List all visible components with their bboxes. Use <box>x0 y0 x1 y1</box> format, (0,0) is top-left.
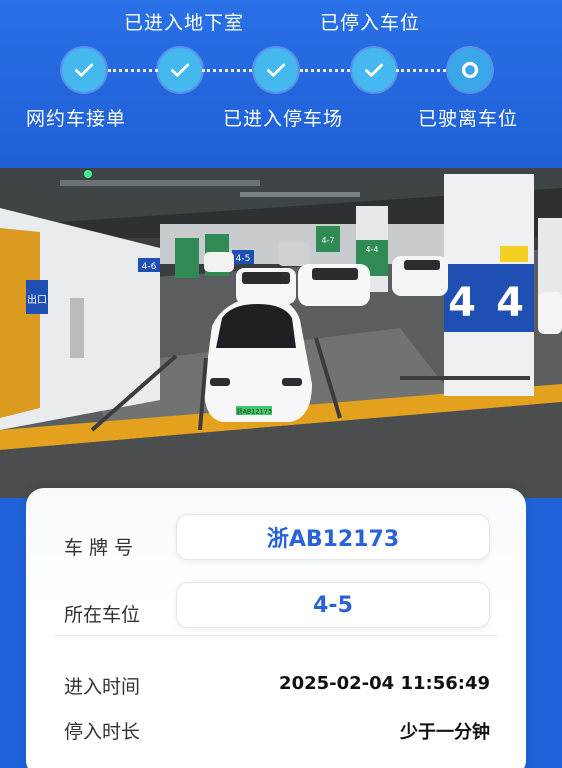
progress-header: 网约车接单 已进入地下室 已进入停车场 已停入车位 已驶离车位 <box>0 0 562 168</box>
plate-value: 浙AB12173 <box>266 527 400 552</box>
step-3-label: 已进入停车场 <box>222 108 344 130</box>
divider <box>54 635 498 636</box>
parking-camera-photo: 出口 4-6 4-5 4-4 4-7 4 4 浙AB12173 <box>0 168 562 498</box>
car-plate: 浙AB12173 <box>236 407 272 416</box>
step-4-check-icon <box>352 48 396 92</box>
entry-time-label: 进入时间 <box>64 676 141 698</box>
space-label: 所在车位 <box>64 604 141 626</box>
ceiling-green-light <box>84 170 92 178</box>
step-4-label: 已停入车位 <box>319 12 421 34</box>
plate-value-field: 浙AB12173 <box>176 514 490 560</box>
step-1-label: 网约车接单 <box>25 108 127 130</box>
step-connector <box>108 69 158 72</box>
parking-garage-illustration: 出口 4-6 4-5 4-4 4-7 4 4 浙AB12173 <box>0 168 562 498</box>
space-sign-4-7: 4-7 <box>321 236 334 245</box>
car-foreground: 浙AB12173 <box>204 296 312 422</box>
step-connector <box>396 69 446 72</box>
pillar-number-left: 4 <box>448 280 476 326</box>
exit-sign: 出口 <box>27 293 47 306</box>
step-connector <box>300 69 350 72</box>
plate-label: 车 牌 号 <box>64 537 134 559</box>
step-connector <box>202 69 252 72</box>
step-1-check-icon <box>62 48 106 92</box>
parking-info-card: 车 牌 号 浙AB12173 所在车位 4-5 进入时间 2025-02-04 … <box>26 488 526 768</box>
step-5-label: 已驶离车位 <box>417 108 519 130</box>
step-2-label: 已进入地下室 <box>123 12 245 34</box>
duration-value: 少于一分钟 <box>400 722 490 743</box>
space-value-field: 4-5 <box>176 582 490 628</box>
step-3-check-icon <box>254 48 298 92</box>
space-sign-4-6: 4-6 <box>142 262 157 272</box>
entry-time-value: 2025-02-04 11:56:49 <box>279 673 490 694</box>
space-sign-4-4: 4-4 <box>365 245 378 254</box>
step-2-check-icon <box>158 48 202 92</box>
space-sign-4-5: 4-5 <box>236 254 251 264</box>
space-value: 4-5 <box>313 592 353 618</box>
pillar-number-right: 4 <box>496 280 524 326</box>
step-5-current-ring-icon <box>448 48 492 92</box>
duration-label: 停入时长 <box>64 721 141 743</box>
